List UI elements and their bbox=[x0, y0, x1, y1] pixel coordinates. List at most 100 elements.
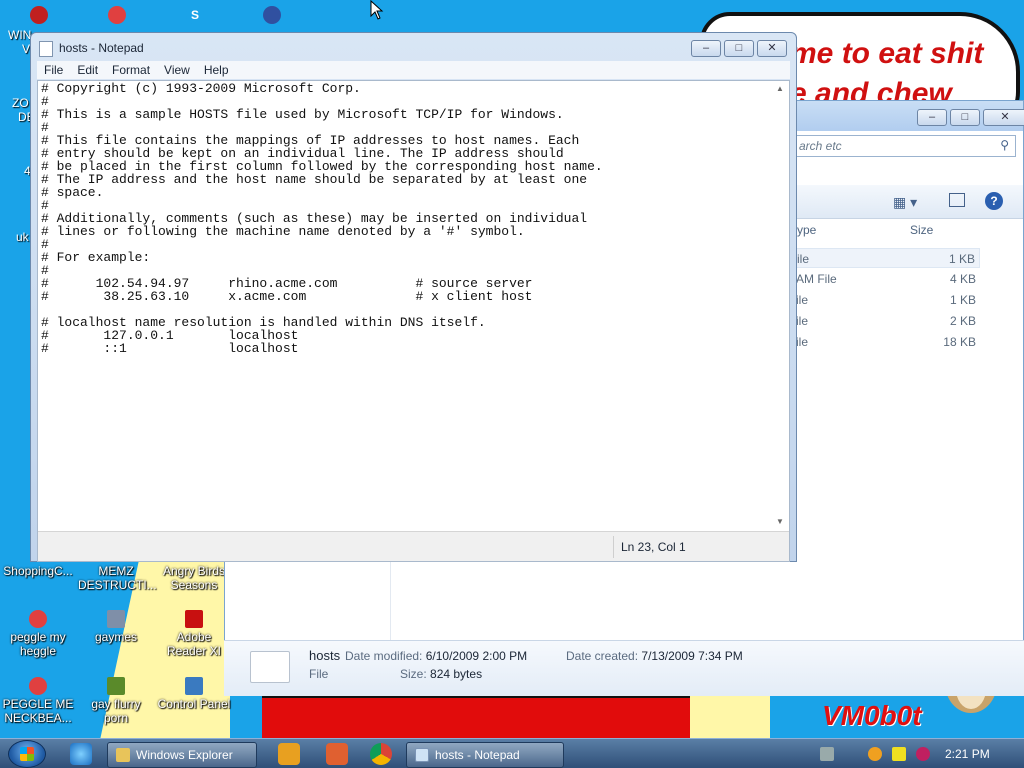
chrome-icon[interactable] bbox=[370, 743, 392, 765]
file-type: ile bbox=[796, 293, 809, 307]
file-row[interactable]: ile 1 KB bbox=[794, 290, 980, 310]
detail-modified-label: Date modified: bbox=[345, 649, 423, 663]
detail-created-value: 7/13/2009 7:34 PM bbox=[641, 649, 743, 663]
file-size: 1 KB bbox=[949, 293, 976, 307]
desktop-icon-peggle[interactable]: peggle my heggle bbox=[0, 610, 76, 658]
wallpaper-red-shape bbox=[262, 694, 692, 740]
desktop-icon-label: gaymes bbox=[94, 630, 138, 644]
internet-explorer-icon[interactable] bbox=[70, 743, 92, 765]
explorer-window-controls: – □ ✕ bbox=[917, 109, 1024, 126]
desktop-icon-shopping[interactable]: ShoppingC... bbox=[0, 564, 76, 578]
column-header-size[interactable]: Size bbox=[910, 223, 933, 237]
detail-modified-value: 6/10/2009 2:00 PM bbox=[425, 649, 528, 663]
detail-size-value: 824 bytes bbox=[430, 667, 483, 681]
file-type: ile bbox=[796, 335, 809, 349]
desktop-icon-label: Adobe Reader XI bbox=[166, 630, 222, 658]
taskbar-notepad[interactable]: hosts - Notepad bbox=[406, 742, 564, 768]
system-clock[interactable]: 2:21 PM bbox=[945, 747, 990, 761]
desktop-icon-angry-birds[interactable]: Angry Birds Seasons bbox=[156, 564, 232, 592]
detail-created: Date created: 7/13/2009 7:34 PM bbox=[566, 649, 743, 663]
explorer-divider bbox=[390, 562, 391, 640]
desktop-icon-label: Control Panel bbox=[157, 697, 231, 711]
view-options-icon[interactable]: ▦ ▾ bbox=[893, 194, 917, 211]
menu-view[interactable]: View bbox=[157, 61, 197, 79]
help-icon[interactable]: ? bbox=[985, 192, 1003, 210]
desktop-top-icon-2[interactable] bbox=[108, 6, 126, 24]
wallpaper-logo: VM0b0t bbox=[822, 700, 922, 731]
desktop-icon-peggle-neckbeard[interactable]: PEGGLE ME NECKBEA... bbox=[0, 677, 76, 725]
detail-created-label: Date created: bbox=[566, 649, 639, 663]
detail-size-label: Size: bbox=[400, 667, 427, 681]
file-icon bbox=[250, 651, 290, 683]
image-icon bbox=[107, 677, 125, 695]
desktop-edge-label: uk bbox=[16, 230, 29, 244]
desktop-icon-gay-flurry[interactable]: gay flurry porn bbox=[78, 677, 154, 725]
desktop-edge-label: WIN bbox=[8, 28, 32, 42]
file-type: ile bbox=[796, 314, 809, 328]
network-icon[interactable] bbox=[820, 747, 834, 761]
peggle-icon bbox=[29, 610, 47, 628]
notepad-window[interactable]: hosts - Notepad – □ ✕ File Edit Format V… bbox=[30, 32, 797, 562]
scroll-up-icon[interactable]: ▲ bbox=[776, 84, 784, 93]
peggle-icon bbox=[29, 677, 47, 695]
desktop-icon-label: ShoppingC... bbox=[3, 564, 73, 578]
status-separator bbox=[613, 536, 614, 558]
file-row[interactable]: ile 1 KB bbox=[794, 248, 980, 268]
search-placeholder: arch etc bbox=[799, 139, 842, 153]
file-type: AM File bbox=[796, 272, 837, 286]
search-tray-icon[interactable] bbox=[868, 747, 882, 761]
status-bar: Ln 23, Col 1 bbox=[38, 531, 789, 561]
menu-file[interactable]: File bbox=[37, 61, 70, 79]
menu-help[interactable]: Help bbox=[197, 61, 236, 79]
desktop-icon-control-panel[interactable]: Control Panel bbox=[156, 677, 232, 711]
desktop-icon-label: PEGGLE ME NECKBEA... bbox=[2, 697, 74, 725]
start-button[interactable] bbox=[8, 740, 46, 768]
maximize-button[interactable]: □ bbox=[950, 109, 980, 126]
menu-bar: File Edit Format View Help bbox=[37, 61, 790, 79]
maximize-button[interactable]: □ bbox=[724, 40, 754, 57]
notepad-window-controls: – □ ✕ bbox=[691, 40, 787, 57]
file-row[interactable]: AM File 4 KB bbox=[794, 269, 980, 289]
search-icon[interactable]: ⚲ bbox=[1000, 138, 1009, 152]
notepad-icon bbox=[39, 41, 53, 57]
desktop-icon-gaymes[interactable]: gaymes bbox=[78, 610, 154, 644]
preview-pane-icon[interactable] bbox=[949, 193, 965, 207]
file-row[interactable]: ile 18 KB bbox=[794, 332, 980, 352]
file-row[interactable]: ile 2 KB bbox=[794, 311, 980, 331]
wallpaper-bubble-line1: me to eat shit bbox=[790, 37, 984, 70]
menu-format[interactable]: Format bbox=[105, 61, 157, 79]
explorer-search-input[interactable]: arch etc ⚲ bbox=[794, 135, 1016, 157]
taskbar-windows-explorer[interactable]: Windows Explorer bbox=[107, 742, 257, 768]
vertical-scrollbar[interactable]: ▲ ▼ bbox=[772, 81, 789, 531]
desktop-top-icon-3[interactable]: S bbox=[186, 6, 204, 24]
detail-size: Size: 824 bytes bbox=[400, 667, 482, 681]
control-panel-icon bbox=[185, 677, 203, 695]
file-size: 18 KB bbox=[943, 335, 976, 349]
desktop-icon-label: MEMZ DESTRUCTI... bbox=[78, 564, 157, 592]
file-type: ile bbox=[797, 252, 810, 266]
detail-name: hosts bbox=[309, 648, 341, 663]
paint-icon[interactable] bbox=[326, 743, 348, 765]
minimize-button[interactable]: – bbox=[691, 40, 721, 57]
text-editor-area[interactable]: # Copyright (c) 1993-2009 Microsoft Corp… bbox=[37, 80, 790, 562]
file-size: 2 KB bbox=[949, 314, 976, 328]
cursor-position: Ln 23, Col 1 bbox=[621, 540, 686, 554]
notification-icon[interactable] bbox=[892, 747, 906, 761]
document-text[interactable]: # Copyright (c) 1993-2009 Microsoft Corp… bbox=[41, 82, 603, 355]
column-header-type[interactable]: ype bbox=[797, 223, 816, 237]
desktop-icon-adobe-reader[interactable]: Adobe Reader XI bbox=[156, 610, 232, 658]
media-player-icon[interactable] bbox=[278, 743, 300, 765]
desktop-edge-label: ZO bbox=[12, 96, 29, 110]
desktop-top-icon-1[interactable] bbox=[30, 6, 48, 24]
desktop-top-icon-4[interactable] bbox=[263, 6, 281, 24]
explorer-details-pane: hosts File Date modified: 6/10/2009 2:00… bbox=[224, 640, 1024, 696]
desktop-icon-memz[interactable]: MEMZ DESTRUCTI... bbox=[78, 564, 157, 592]
volume-icon[interactable] bbox=[916, 747, 930, 761]
close-button[interactable]: ✕ bbox=[757, 40, 787, 57]
notepad-icon bbox=[415, 748, 429, 762]
window-title: hosts - Notepad bbox=[59, 41, 144, 55]
minimize-button[interactable]: – bbox=[917, 109, 947, 126]
close-button[interactable]: ✕ bbox=[983, 109, 1024, 126]
scroll-down-icon[interactable]: ▼ bbox=[776, 517, 784, 526]
menu-edit[interactable]: Edit bbox=[70, 61, 105, 79]
